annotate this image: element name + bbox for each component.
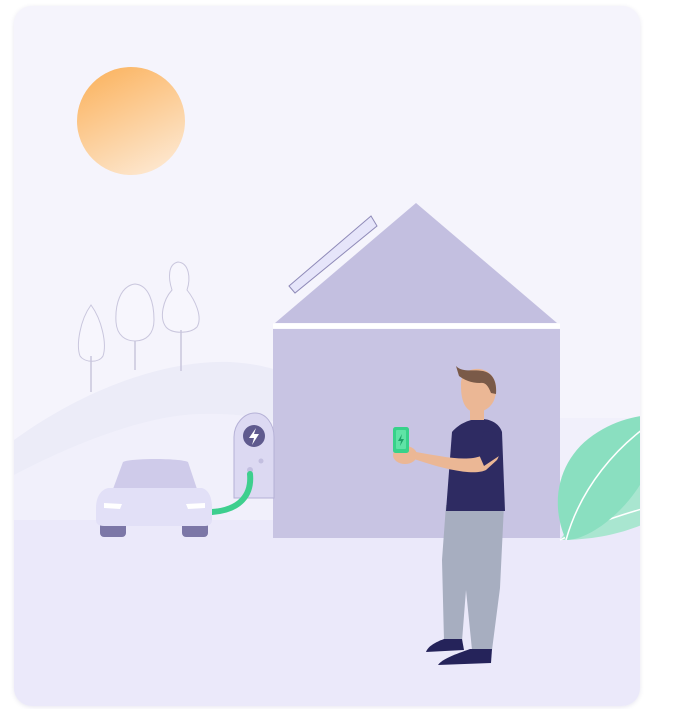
illustration-card [14, 6, 640, 706]
home-charging-illustration [14, 6, 640, 706]
smartphone-icon [393, 427, 409, 453]
ev-charger-icon [233, 412, 275, 499]
ground [14, 520, 640, 706]
sun-icon [77, 67, 185, 175]
